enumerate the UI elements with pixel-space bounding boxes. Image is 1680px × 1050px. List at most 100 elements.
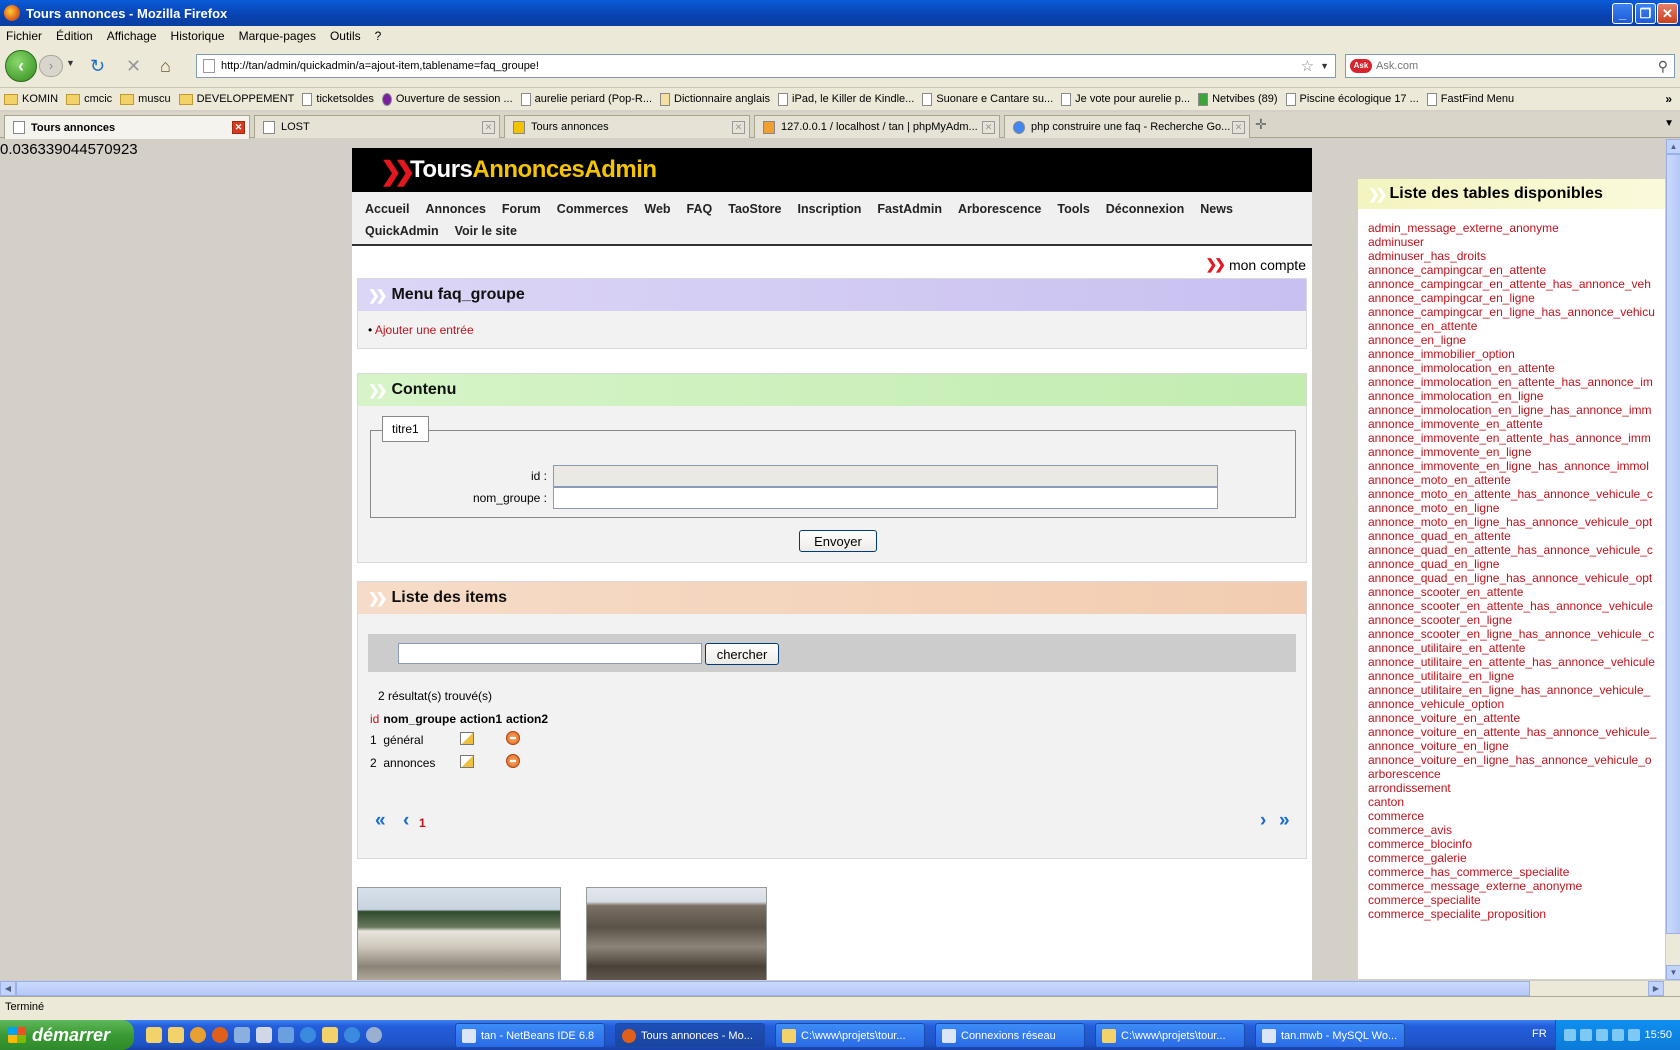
table-link[interactable]: annonce_utilitaire_en_attente bbox=[1368, 641, 1665, 655]
search-button[interactable]: chercher bbox=[705, 643, 779, 665]
globe-icon[interactable] bbox=[366, 1027, 382, 1043]
tab-list-icon[interactable]: ▼ bbox=[1664, 118, 1674, 129]
table-link[interactable]: commerce_specialite bbox=[1368, 893, 1665, 907]
tab-tours-annonces-2[interactable]: Tours annonces ✕ bbox=[504, 115, 750, 138]
tab-phpmyadmin[interactable]: 127.0.0.1 / localhost / tan | phpMyAdm..… bbox=[754, 115, 1000, 138]
bookmark-item[interactable]: iPad, le Killer de Kindle... bbox=[778, 92, 914, 106]
table-link[interactable]: annonce_campingcar_en_ligne_has_annonce_… bbox=[1368, 305, 1665, 319]
table-link[interactable]: annonce_scooter_en_attente_has_annonce_v… bbox=[1368, 599, 1665, 613]
new-tab-icon[interactable]: ✛ bbox=[1255, 116, 1267, 133]
id-field[interactable] bbox=[553, 465, 1218, 487]
network-icon[interactable] bbox=[278, 1027, 294, 1043]
task-mysql-workbench[interactable]: tan.mwb - MySQL Wo... bbox=[1255, 1023, 1405, 1048]
table-link[interactable]: annonce_immovente_en_attente_has_annonce… bbox=[1368, 431, 1665, 445]
home-icon[interactable]: ⌂ bbox=[160, 56, 171, 76]
bookmark-item[interactable]: DEVELOPPEMENT bbox=[178, 93, 294, 105]
reload-icon[interactable]: ↻ bbox=[90, 56, 105, 76]
table-link[interactable]: annonce_utilitaire_en_ligne_has_annonce_… bbox=[1368, 683, 1665, 697]
edit-icon[interactable] bbox=[460, 731, 475, 745]
folder-icon[interactable] bbox=[322, 1027, 338, 1043]
table-link[interactable]: annonce_immobilier_option bbox=[1368, 347, 1665, 361]
table-link[interactable]: annonce_vehicule_option bbox=[1368, 697, 1665, 711]
next-page-icon[interactable]: › bbox=[1260, 810, 1266, 832]
url-dropdown-icon[interactable]: ▼ bbox=[1320, 61, 1329, 71]
delete-icon[interactable] bbox=[506, 731, 521, 745]
table-link[interactable]: annonce_immolocation_en_ligne bbox=[1368, 389, 1665, 403]
minimize-button[interactable]: _ bbox=[1612, 3, 1633, 24]
bookmark-item[interactable]: aurelie periard (Pop-R... bbox=[520, 92, 652, 106]
items-search-input[interactable] bbox=[398, 643, 702, 664]
nav-web[interactable]: Web bbox=[644, 198, 670, 220]
start-button[interactable]: démarrer bbox=[0, 1020, 134, 1050]
table-link[interactable]: annonce_immolocation_en_attente bbox=[1368, 361, 1665, 375]
first-page-icon[interactable]: « bbox=[375, 810, 386, 832]
explorer-icon[interactable] bbox=[146, 1027, 162, 1043]
bookmark-item[interactable]: muscu bbox=[120, 93, 171, 105]
task-explorer-2[interactable]: C:\www\projets\tour... bbox=[1095, 1023, 1245, 1048]
table-link[interactable]: annonce_en_attente bbox=[1368, 319, 1665, 333]
menu-historique[interactable]: Historique bbox=[171, 29, 225, 43]
table-link[interactable]: annonce_scooter_en_ligne bbox=[1368, 613, 1665, 627]
table-link[interactable]: annonce_voiture_en_ligne bbox=[1368, 739, 1665, 753]
table-link[interactable]: annonce_voiture_en_ligne_has_annonce_veh… bbox=[1368, 753, 1665, 767]
table-link[interactable]: annonce_immovente_en_attente bbox=[1368, 417, 1665, 431]
close-tab-icon[interactable]: ✕ bbox=[732, 121, 745, 134]
nav-arborescence[interactable]: Arborescence bbox=[958, 198, 1041, 220]
nav-voir-le-site[interactable]: Voir le site bbox=[455, 220, 517, 242]
language-indicator[interactable]: FR bbox=[1532, 1028, 1547, 1040]
bookmark-item[interactable]: Suonare e Cantare su... bbox=[922, 92, 1053, 106]
delete-icon[interactable] bbox=[506, 754, 521, 768]
web-search-input[interactable] bbox=[1376, 60, 1658, 72]
task-firefox[interactable]: Tours annonces - Mo... bbox=[615, 1023, 765, 1048]
table-link[interactable]: adminuser_has_droits bbox=[1368, 249, 1665, 263]
table-link[interactable]: annonce_campingcar_en_ligne bbox=[1368, 291, 1665, 305]
url-input[interactable] bbox=[221, 60, 1295, 72]
tab-tours-annonces[interactable]: Tours annonces ✕ bbox=[4, 115, 250, 139]
table-link[interactable]: commerce_blocinfo bbox=[1368, 837, 1665, 851]
bookmark-item[interactable]: Dictionnaire anglais bbox=[660, 92, 770, 106]
ask-engine-icon[interactable]: Ask bbox=[1350, 59, 1372, 73]
close-tab-icon[interactable]: ✕ bbox=[1232, 121, 1245, 134]
table-link[interactable]: commerce_galerie bbox=[1368, 851, 1665, 865]
table-link[interactable]: canton bbox=[1368, 795, 1665, 809]
table-link[interactable]: commerce_message_externe_anonyme bbox=[1368, 879, 1665, 893]
column-header-nom-groupe[interactable]: nom_groupe bbox=[383, 710, 460, 728]
scroll-down-icon[interactable]: ▼ bbox=[1666, 965, 1680, 980]
table-link[interactable]: annonce_utilitaire_en_attente_has_annonc… bbox=[1368, 655, 1665, 669]
table-link[interactable]: annonce_moto_en_attente_has_annonce_vehi… bbox=[1368, 487, 1665, 501]
horizontal-scrollbar[interactable]: ◀ ▶ bbox=[0, 980, 1680, 996]
bookmark-item[interactable]: Je vote pour aurelie p... bbox=[1061, 92, 1190, 106]
ie-icon[interactable] bbox=[300, 1027, 316, 1043]
bookmark-item[interactable]: cmcic bbox=[66, 93, 112, 105]
table-link[interactable]: commerce bbox=[1368, 809, 1665, 823]
scroll-thumb[interactable] bbox=[16, 981, 1530, 996]
table-link[interactable]: annonce_quad_en_attente bbox=[1368, 529, 1665, 543]
maximize-button[interactable]: ❐ bbox=[1635, 3, 1656, 24]
add-entry-link[interactable]: Ajouter une entrée bbox=[375, 323, 474, 337]
table-link[interactable]: annonce_moto_en_ligne bbox=[1368, 501, 1665, 515]
tray-icon[interactable] bbox=[1564, 1029, 1577, 1041]
nav-forum[interactable]: Forum bbox=[502, 198, 541, 220]
menu-affichage[interactable]: Affichage bbox=[107, 29, 157, 43]
task-netbeans[interactable]: tan - NetBeans IDE 6.8 bbox=[455, 1023, 605, 1048]
table-link[interactable]: annonce_quad_en_ligne_has_annonce_vehicu… bbox=[1368, 571, 1665, 585]
photo-bridge[interactable] bbox=[357, 887, 561, 980]
nav-annonces[interactable]: Annonces bbox=[425, 198, 485, 220]
table-link[interactable]: arrondissement bbox=[1368, 781, 1665, 795]
table-link[interactable]: annonce_utilitaire_en_ligne bbox=[1368, 669, 1665, 683]
close-tab-icon[interactable]: ✕ bbox=[482, 121, 495, 134]
table-link[interactable]: annonce_quad_en_attente_has_annonce_vehi… bbox=[1368, 543, 1665, 557]
web-search-bar[interactable]: Ask ⚲ bbox=[1345, 54, 1675, 78]
table-link[interactable]: arborescence bbox=[1368, 767, 1665, 781]
nav-faq[interactable]: FAQ bbox=[687, 198, 713, 220]
tray-icon[interactable] bbox=[1612, 1029, 1625, 1041]
close-tab-icon[interactable]: ✕ bbox=[232, 121, 245, 134]
bookmark-item[interactable]: Netvibes (89) bbox=[1198, 92, 1278, 106]
menu-edition[interactable]: Édition bbox=[56, 29, 93, 43]
table-link[interactable]: annonce_immolocation_en_ligne_has_annonc… bbox=[1368, 403, 1665, 417]
table-link[interactable]: admin_message_externe_anonyme bbox=[1368, 221, 1665, 235]
table-link[interactable]: commerce_specialite_proposition bbox=[1368, 907, 1665, 921]
submit-button[interactable]: Envoyer bbox=[799, 530, 877, 552]
table-link[interactable]: annonce_scooter_en_attente bbox=[1368, 585, 1665, 599]
table-link[interactable]: annonce_quad_en_ligne bbox=[1368, 557, 1665, 571]
